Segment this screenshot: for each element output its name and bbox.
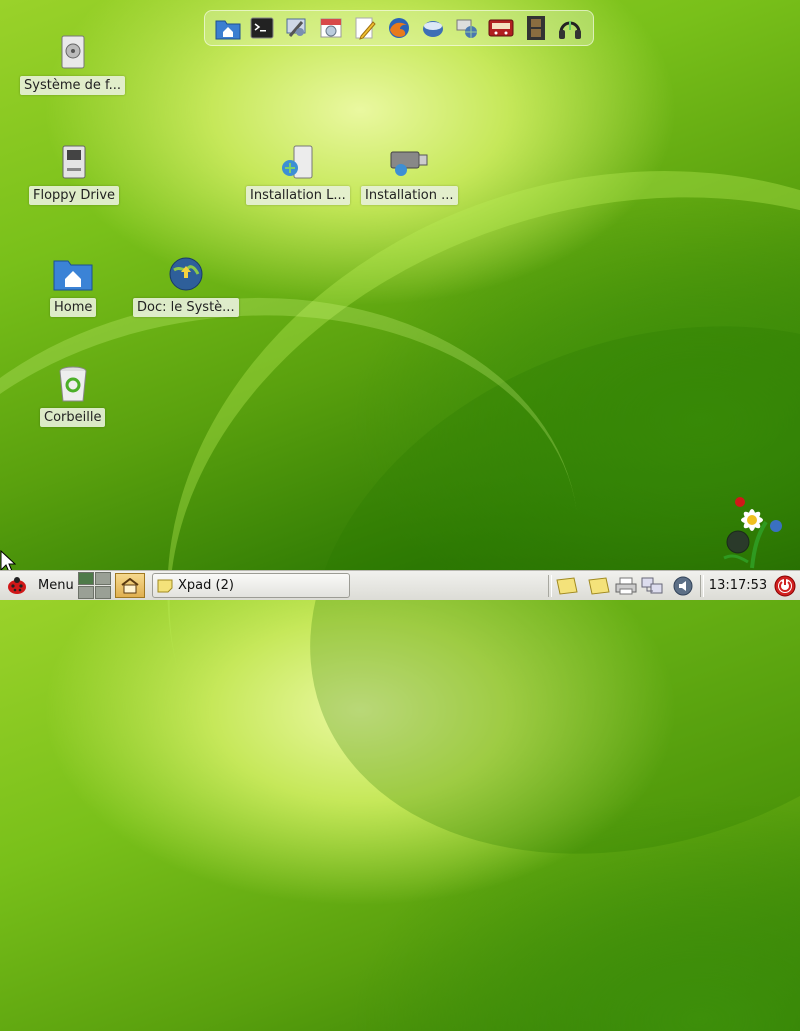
taskbar-separator: [548, 575, 552, 597]
menu-button[interactable]: Menu: [4, 571, 76, 600]
sticky-note-icon: [588, 576, 610, 595]
desktop-icon-filesystem[interactable]: Système de f...: [20, 32, 126, 95]
printer-tray[interactable]: [614, 571, 638, 600]
power-icon: [774, 575, 796, 597]
home-folder-icon: [53, 254, 93, 294]
video-icon[interactable]: [523, 15, 549, 41]
workspace-4[interactable]: [95, 586, 111, 599]
desktop-icon-doc-systeme[interactable]: Doc: le Systè...: [133, 254, 239, 317]
taskbar-separator: [700, 575, 704, 597]
workspace-3[interactable]: [78, 586, 94, 599]
network-status-icon: [641, 577, 663, 595]
desktop-icon-label: Floppy Drive: [29, 186, 120, 205]
sticky-note-icon: [556, 576, 578, 595]
xpad-note-1[interactable]: [556, 571, 578, 600]
mail-icon[interactable]: [420, 15, 446, 41]
install-icon: [278, 142, 318, 182]
application-dock: [204, 10, 594, 46]
desktop-icon-home[interactable]: Home: [50, 254, 97, 317]
workspace-pager[interactable]: [78, 571, 111, 600]
text-editor-icon[interactable]: [352, 15, 378, 41]
desktop-icon-label: Doc: le Systè...: [133, 298, 239, 317]
power-button[interactable]: [773, 571, 797, 600]
clock[interactable]: 13:17:53: [705, 571, 771, 600]
xpad-note-2[interactable]: [588, 571, 610, 600]
volume-tray[interactable]: [672, 571, 694, 600]
trash-icon: [53, 364, 93, 404]
flower-logo: [718, 492, 798, 574]
show-desktop-button[interactable]: [115, 573, 145, 598]
usb-install-icon: [389, 142, 429, 182]
sticky-note-icon: [157, 579, 173, 593]
desktop-icon-installation-l[interactable]: Installation L...: [246, 142, 350, 205]
desktop-icon-installation-usb[interactable]: Installation ...: [361, 142, 458, 205]
taskbar: Menu Xpad (2) 13:17:53: [0, 570, 800, 600]
audio-icon[interactable]: [557, 15, 583, 41]
desktop-icon-floppy[interactable]: Floppy Drive: [29, 142, 120, 205]
home-folder-icon[interactable]: [215, 15, 241, 41]
system-settings-icon[interactable]: [283, 15, 309, 41]
desktop-icon-label: Système de f...: [20, 76, 126, 95]
globe-doc-icon: [166, 254, 206, 294]
network-icon[interactable]: [454, 15, 480, 41]
floppy-drive-icon: [54, 142, 94, 182]
workspace-1[interactable]: [78, 572, 94, 585]
wallpaper-swoosh-lower: [0, 253, 613, 865]
menu-label: Menu: [38, 578, 74, 593]
task-xpad[interactable]: Xpad (2): [152, 573, 350, 598]
desktop-icon-label: Corbeille: [40, 408, 106, 427]
hard-drive-icon: [53, 32, 93, 72]
desktop-icon-label: Home: [50, 298, 97, 317]
media-player-icon[interactable]: [488, 15, 514, 41]
ladybug-icon: [6, 576, 28, 595]
workspace-2[interactable]: [95, 572, 111, 585]
speaker-icon: [673, 576, 693, 596]
desktop-icon: [120, 577, 140, 594]
desktop-icon-label: Installation ...: [361, 186, 458, 205]
network-tray[interactable]: [640, 571, 664, 600]
firefox-icon[interactable]: [386, 15, 412, 41]
desktop-icon-label: Installation L...: [246, 186, 350, 205]
terminal-icon[interactable]: [249, 15, 275, 41]
app-installer-icon[interactable]: [318, 15, 344, 41]
task-label: Xpad (2): [178, 578, 234, 593]
desktop-icon-trash[interactable]: Corbeille: [40, 364, 106, 427]
printer-icon: [615, 577, 637, 595]
